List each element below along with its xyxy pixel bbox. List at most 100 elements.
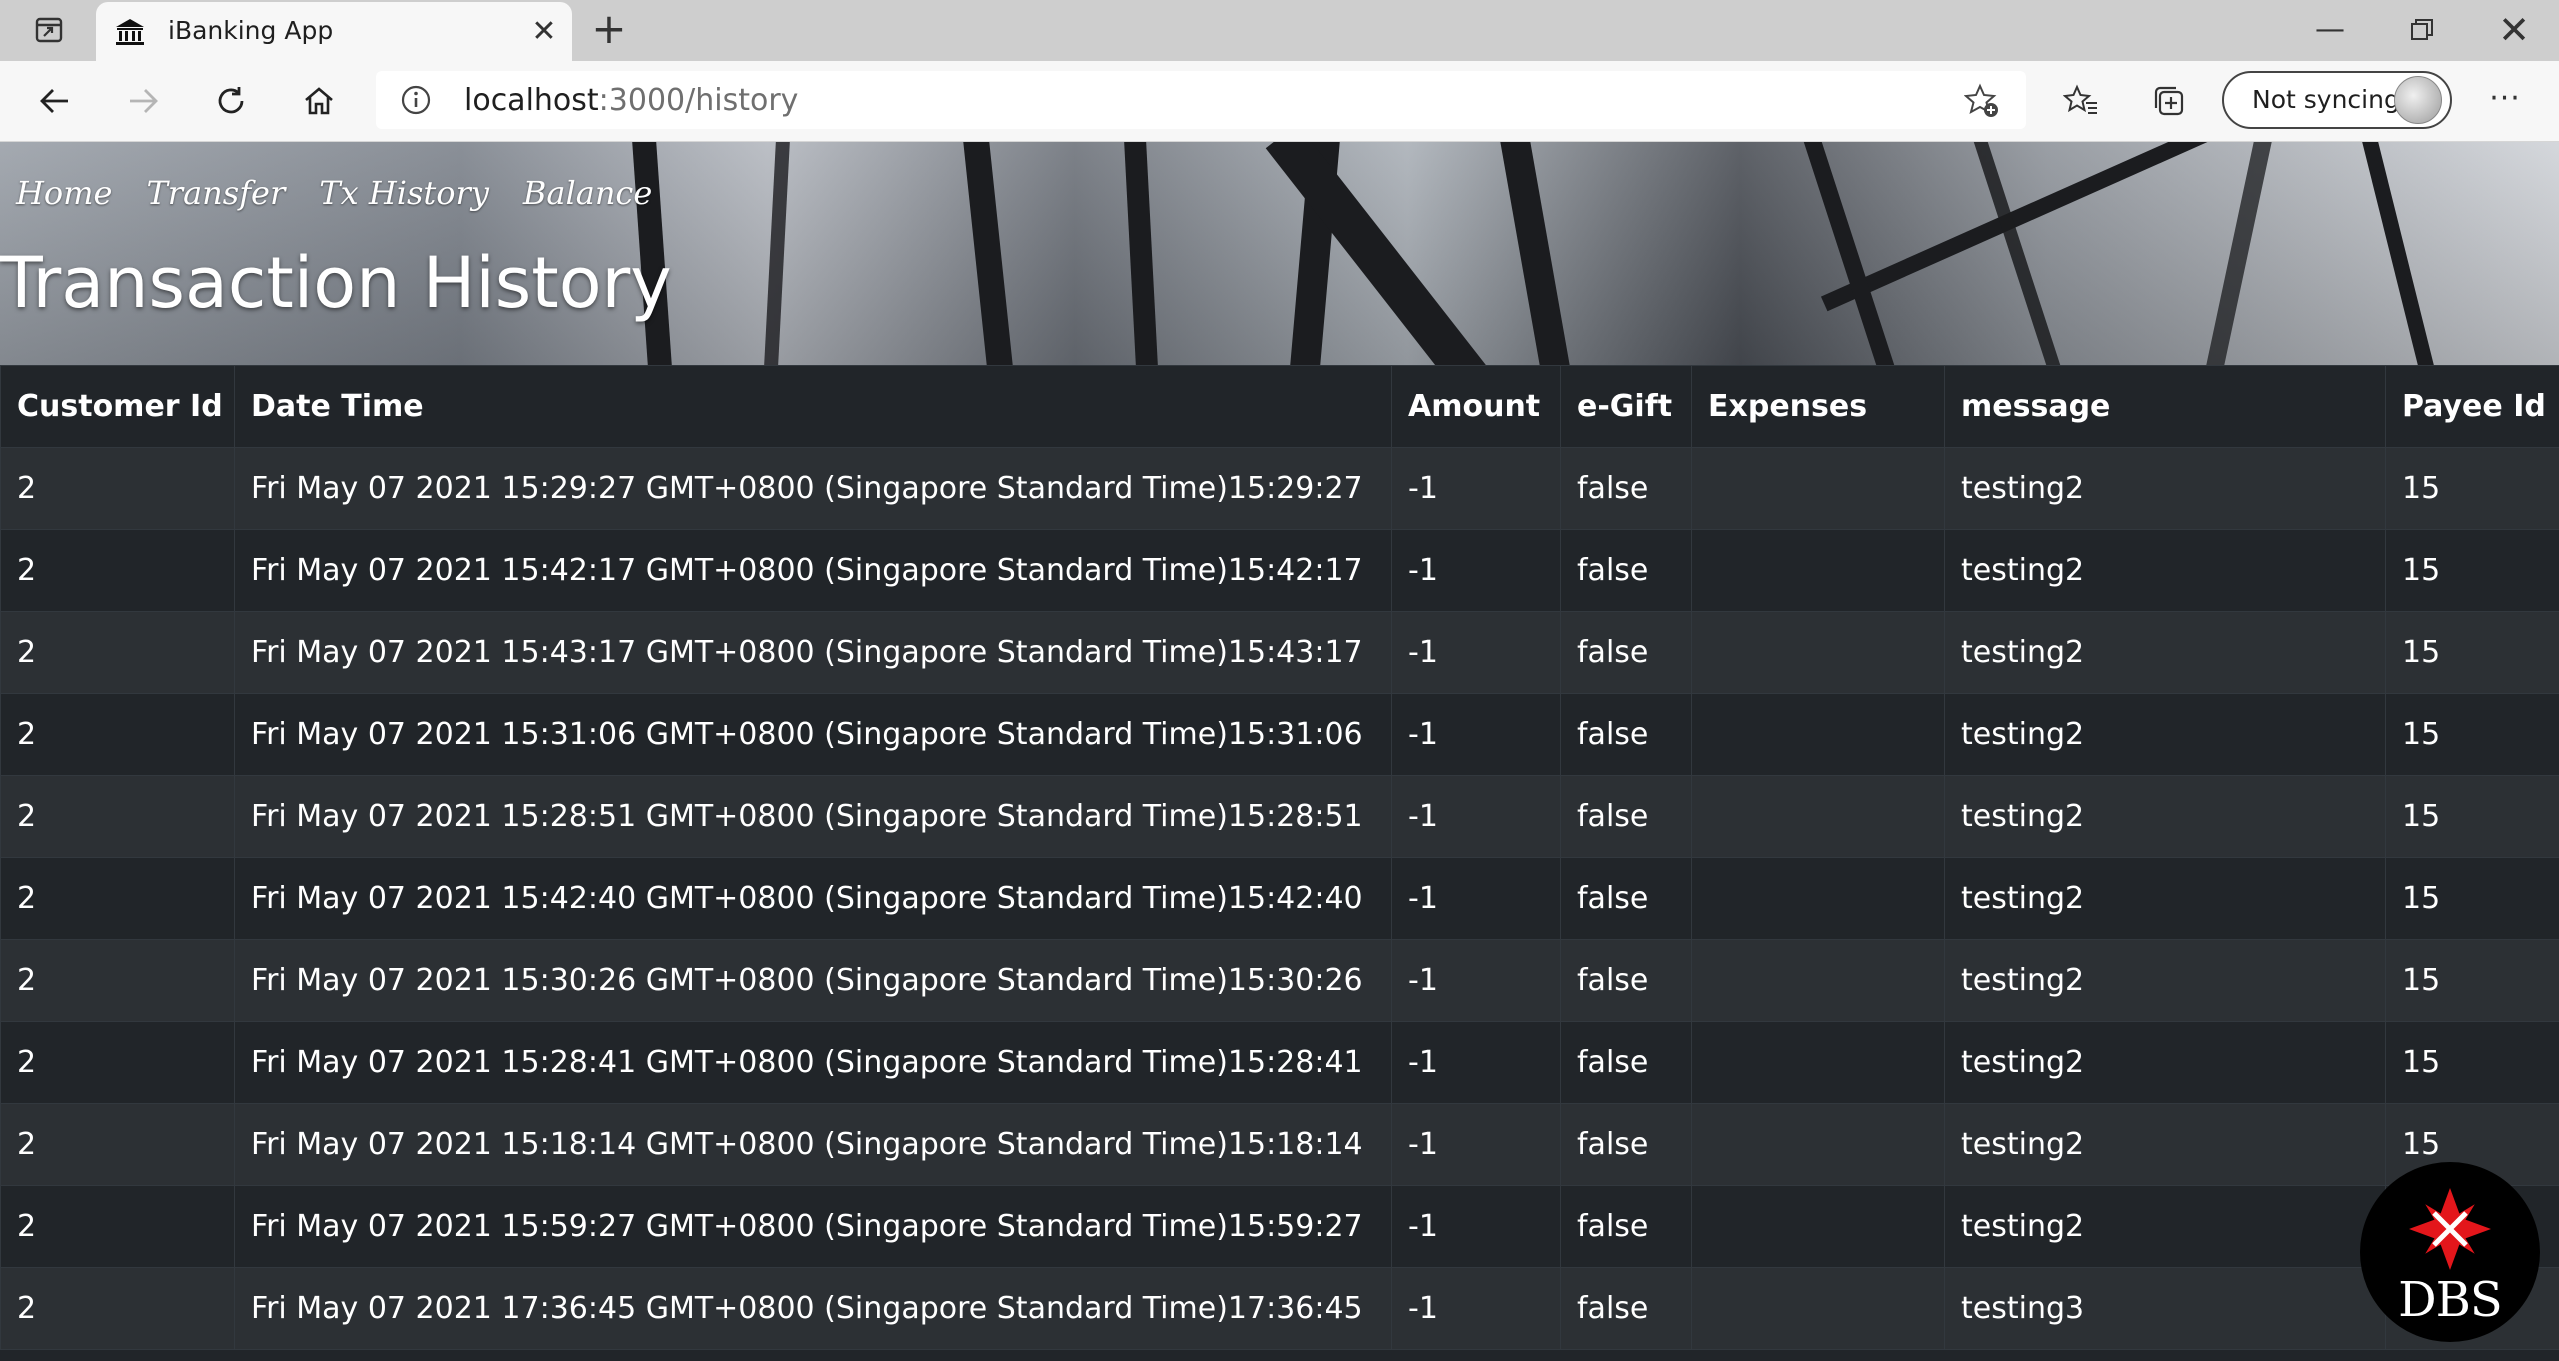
table-cell (1691, 1103, 1945, 1186)
more-options-button[interactable]: ··· (2478, 75, 2532, 127)
table-cell: -1 (1391, 857, 1561, 940)
table-cell: testing2 (1944, 775, 2386, 858)
table-cell: 2 (0, 611, 235, 694)
table-cell: false (1560, 529, 1692, 612)
star-plus-icon[interactable] (1963, 83, 2000, 119)
table-cell (1691, 611, 1945, 694)
table-cell: -1 (1391, 1021, 1561, 1104)
table-cell: 15 (2385, 939, 2559, 1022)
favorites-icon[interactable] (2054, 75, 2108, 127)
tab-title: iBanking App (168, 16, 334, 45)
window-close-button[interactable]: ✕ (2484, 4, 2544, 56)
table-cell: false (1560, 1021, 1692, 1104)
tab-close-button[interactable]: ✕ (526, 14, 562, 50)
table-cell (1691, 529, 1945, 612)
table-cell: 15 (2385, 775, 2559, 858)
table-cell: false (1560, 939, 1692, 1022)
table-cell: testing2 (1944, 939, 2386, 1022)
column-header: Amount (1391, 365, 1561, 448)
table-cell: testing2 (1944, 447, 2386, 530)
address-bar[interactable]: localhost:3000/history (376, 71, 2026, 129)
table-row: 2 Fri May 07 2021 15:42:40 GMT+0800 (Sing… (0, 857, 2559, 940)
table-row: 2 Fri May 07 2021 15:59:27 GMT+0800 (Sing… (0, 1185, 2559, 1268)
home-icon[interactable] (292, 75, 346, 127)
table-row: 2 Fri May 07 2021 15:31:06 GMT+0800 (Sing… (0, 693, 2559, 776)
nav-transfer-link[interactable]: Transfer (146, 174, 285, 212)
banner-beam (1973, 142, 2061, 365)
table-cell: 15 (2385, 693, 2559, 776)
sync-label: Not syncing (2252, 85, 2400, 114)
table-cell: 15 (2385, 447, 2559, 530)
table-cell: testing2 (1944, 1185, 2386, 1268)
nav-home-link[interactable]: Home (16, 174, 112, 212)
table-cell: 15 (2385, 857, 2559, 940)
table-cell: 2 (0, 693, 235, 776)
table-cell: 2 (0, 1103, 235, 1186)
forward-arrow-icon[interactable] (116, 75, 170, 127)
collections-icon[interactable] (2142, 75, 2196, 127)
info-icon[interactable] (400, 84, 432, 116)
bank-icon (114, 16, 146, 48)
table-cell: -1 (1391, 447, 1561, 530)
restore-button[interactable] (2392, 4, 2452, 56)
table-cell: false (1560, 693, 1692, 776)
table-cell: 2 (0, 529, 235, 612)
minimize-button[interactable]: — (2300, 4, 2360, 56)
table-cell: testing2 (1944, 693, 2386, 776)
browser-toolbar: localhost:3000/history Not syncing ··· (0, 61, 2559, 142)
tab-actions-icon[interactable] (20, 9, 78, 51)
table-cell (1691, 857, 1945, 940)
table-cell: 2 (0, 447, 235, 530)
table-cell: -1 (1391, 693, 1561, 776)
nav-balance-link[interactable]: Balance (523, 174, 652, 212)
refresh-icon[interactable] (204, 75, 258, 127)
table-cell: 2 (0, 775, 235, 858)
table-row: 2 Fri May 07 2021 15:30:26 GMT+0800 (Sing… (0, 939, 2559, 1022)
table-cell: 15 (2385, 1021, 2559, 1104)
banner-beam (2206, 142, 2272, 365)
table-cell: Fri May 07 2021 15:59:27 GMT+0800 (Singa… (234, 1185, 1392, 1268)
table-cell: Fri May 07 2021 15:29:27 GMT+0800 (Singa… (234, 447, 1392, 530)
column-header: e-Gift (1560, 365, 1692, 448)
table-row: 2 Fri May 07 2021 15:18:14 GMT+0800 (Sing… (0, 1103, 2559, 1186)
table-row: 2 Fri May 07 2021 15:28:41 GMT+0800 (Sing… (0, 1021, 2559, 1104)
table-header-row: Customer Id Date Time Amount e-Gift Expe… (0, 365, 2559, 448)
nav-history-link[interactable]: Tx History (319, 174, 489, 212)
table-cell: 15 (2385, 529, 2559, 612)
table-cell: 2 (0, 1021, 235, 1104)
table-cell: false (1560, 1103, 1692, 1186)
table-cell: testing2 (1944, 529, 2386, 612)
table-cell (1691, 447, 1945, 530)
url-text[interactable]: localhost:3000/history (464, 83, 798, 118)
table-cell: Fri May 07 2021 15:42:40 GMT+0800 (Singa… (234, 857, 1392, 940)
browser-tab[interactable]: iBanking App ✕ (96, 2, 572, 61)
table-cell: 2 (0, 857, 235, 940)
table-cell: -1 (1391, 529, 1561, 612)
banner-beam (1124, 142, 1158, 365)
table-cell: testing3 (1944, 1267, 2386, 1350)
table-cell: false (1560, 447, 1692, 530)
table-cell: -1 (1391, 611, 1561, 694)
table-cell: Fri May 07 2021 15:28:41 GMT+0800 (Singa… (234, 1021, 1392, 1104)
table-cell: false (1560, 1185, 1692, 1268)
table-cell: -1 (1391, 1267, 1561, 1350)
table-cell (1691, 1185, 1945, 1268)
table-cell: false (1560, 775, 1692, 858)
banner-beam (1500, 142, 1570, 365)
sync-status-button[interactable]: Not syncing (2222, 71, 2452, 129)
table-cell: false (1560, 857, 1692, 940)
page-title: Transaction History (0, 242, 672, 324)
hero-banner: Home Transfer Tx History Balance Transac… (0, 142, 2559, 365)
back-arrow-icon[interactable] (28, 75, 82, 127)
banner-beam (963, 142, 1013, 365)
column-header: Payee Id (2385, 365, 2559, 448)
table-cell (1691, 1267, 1945, 1350)
new-tab-button[interactable]: + (586, 8, 632, 51)
table-cell: Fri May 07 2021 15:31:06 GMT+0800 (Singa… (234, 693, 1392, 776)
table-cell: false (1560, 1267, 1692, 1350)
table-row: 2 Fri May 07 2021 15:28:51 GMT+0800 (Sing… (0, 775, 2559, 858)
dbs-logo: DBS (2360, 1162, 2540, 1342)
table-row: 2 Fri May 07 2021 17:36:45 GMT+0800 (Sing… (0, 1267, 2559, 1350)
dbs-logo-text: DBS (2398, 1272, 2503, 1328)
url-host: localhost (464, 83, 599, 118)
